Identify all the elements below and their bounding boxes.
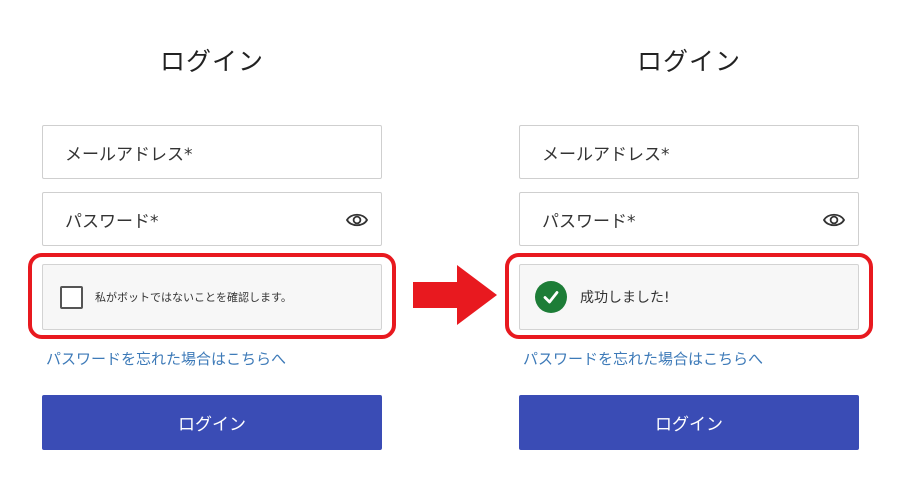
captcha-success-label: 成功しました! [580, 290, 670, 306]
login-button[interactable]: ログイン [519, 395, 859, 450]
email-placeholder: メールアドレス* [65, 144, 193, 165]
page-title: ログイン [159, 47, 264, 76]
forgot-password-link[interactable]: パスワードを忘れた場合はこちらへ [46, 348, 286, 369]
captcha-label: 私がボットではないことを確認します。 [95, 291, 292, 304]
email-placeholder: メールアドレス* [542, 144, 670, 165]
password-placeholder: パスワード* [65, 211, 159, 232]
login-form-after: ログイン メールアドレス* パスワード* 成功しました! パスワードを忘れた場合… [505, 0, 873, 500]
password-field[interactable]: パスワード* [42, 192, 382, 246]
email-field[interactable]: メールアドレス* [42, 125, 382, 179]
page-title: ログイン [636, 47, 741, 76]
right-arrow-icon [413, 265, 497, 325]
login-form-before: ログイン メールアドレス* パスワード* 私がボットではないことを確認します。 … [28, 0, 396, 500]
captcha-checkbox[interactable] [60, 285, 83, 309]
eye-icon[interactable] [823, 210, 845, 230]
checkmark-circle-icon [535, 281, 567, 313]
eye-icon[interactable] [346, 210, 368, 230]
captcha-widget-success: 成功しました! [519, 264, 859, 330]
captcha-widget: 私がボットではないことを確認します。 [42, 264, 382, 330]
forgot-password-link[interactable]: パスワードを忘れた場合はこちらへ [523, 348, 763, 369]
password-placeholder: パスワード* [542, 211, 636, 232]
login-button[interactable]: ログイン [42, 395, 382, 450]
email-field[interactable]: メールアドレス* [519, 125, 859, 179]
checkmark-icon [543, 291, 559, 304]
password-field[interactable]: パスワード* [519, 192, 859, 246]
